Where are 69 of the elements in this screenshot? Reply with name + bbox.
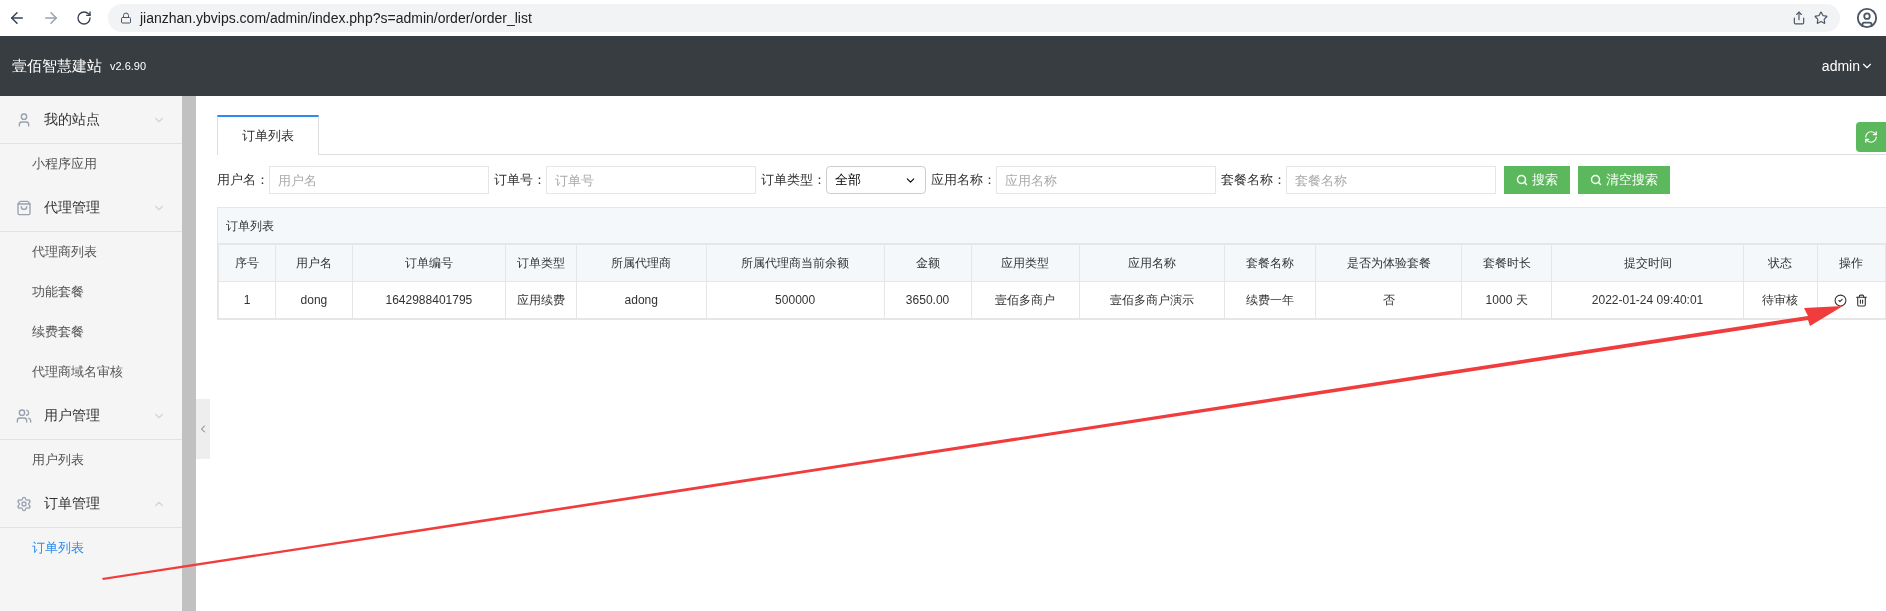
- filter-label: 用户名：: [217, 171, 269, 190]
- group-icon: [16, 111, 32, 128]
- profile-icon[interactable]: [1856, 7, 1878, 29]
- filter-label: 套餐名称：: [1221, 171, 1286, 190]
- column-header: 操作: [1817, 244, 1886, 282]
- approve-icon[interactable]: [1834, 293, 1848, 307]
- table-cell: adong: [576, 281, 707, 319]
- tab[interactable]: 订单列表: [217, 115, 319, 155]
- column-header: 用户名: [275, 244, 353, 282]
- lock-icon: [120, 12, 132, 24]
- brand-title: 壹佰智慧建站: [12, 55, 102, 76]
- sidebar-item[interactable]: 代理商列表: [0, 232, 182, 272]
- table-cell: 1: [218, 281, 276, 319]
- sidebar-item[interactable]: 续费套餐: [0, 312, 182, 352]
- filter-label: 订单类型：: [761, 171, 826, 190]
- filter-label: 订单号：: [494, 171, 546, 190]
- table-title: 订单列表: [218, 208, 1886, 244]
- column-header: 序号: [218, 244, 276, 282]
- column-header: 提交时间: [1551, 244, 1744, 282]
- sidebar-item[interactable]: 用户列表: [0, 440, 182, 480]
- filter-input[interactable]: 用户名: [269, 166, 489, 194]
- filter-label: 应用名称：: [931, 171, 996, 190]
- column-header: 套餐名称: [1224, 244, 1316, 282]
- table-cell: 应用续费: [505, 281, 577, 319]
- sidebar-item[interactable]: 功能套餐: [0, 272, 182, 312]
- delete-icon[interactable]: [1855, 293, 1869, 307]
- sidebar-scrollbar[interactable]: [182, 96, 196, 611]
- table-cell: 500000: [706, 281, 885, 319]
- filter-input[interactable]: 应用名称: [996, 166, 1216, 194]
- column-header: 所属代理商: [576, 244, 707, 282]
- url-text: jianzhan.ybvips.com/admin/index.php?s=admin/order/order_list: [140, 8, 532, 28]
- group-icon: [16, 199, 32, 216]
- sidebar-item[interactable]: 代理商域名审核: [0, 352, 182, 392]
- column-header: 状态: [1743, 244, 1818, 282]
- type-select[interactable]: 全部: [826, 166, 926, 194]
- column-header: 订单编号: [352, 244, 506, 282]
- table-cell: 3650.00: [884, 281, 972, 319]
- share-icon[interactable]: [1792, 11, 1806, 25]
- table-cell: 壹佰多商户演示: [1079, 281, 1225, 319]
- refresh-icon: [1864, 130, 1878, 144]
- bookmark-star-icon[interactable]: [1814, 11, 1828, 25]
- column-header: 金额: [884, 244, 972, 282]
- group-icon: [16, 495, 32, 512]
- collapse-handle[interactable]: [196, 398, 210, 459]
- table-cell: 1642988401795: [352, 281, 506, 319]
- search-icon: [1516, 174, 1528, 186]
- table-cell: 2022-01-24 09:40:01: [1551, 281, 1744, 319]
- address-bar[interactable]: jianzhan.ybvips.com/admin/index.php?s=admin/order/order_list: [108, 4, 1840, 32]
- table-cell: 1000 天: [1461, 281, 1552, 319]
- table-cell: 否: [1315, 281, 1462, 319]
- column-header: 套餐时长: [1461, 244, 1552, 282]
- version-label: v2.6.90: [110, 58, 147, 74]
- group-icon: [16, 407, 32, 424]
- forward-icon[interactable]: [42, 9, 60, 27]
- column-header: 应用类型: [971, 244, 1080, 282]
- table-cell: 续费一年: [1224, 281, 1316, 319]
- sidebar-item[interactable]: 小程序应用: [0, 144, 182, 184]
- user-menu[interactable]: admin: [1821, 55, 1874, 77]
- search-icon: [1590, 174, 1602, 186]
- column-header: 是否为体验套餐: [1315, 244, 1462, 282]
- column-header: 所属代理商当前余额: [706, 244, 885, 282]
- table-cell: 壹佰多商户: [971, 281, 1080, 319]
- column-header: 订单类型: [505, 244, 577, 282]
- reload-icon[interactable]: [76, 10, 92, 26]
- table-cell: dong: [275, 281, 353, 319]
- filter-input[interactable]: 订单号: [546, 166, 756, 194]
- back-icon[interactable]: [8, 9, 26, 27]
- filter-input[interactable]: 套餐名称: [1286, 166, 1496, 194]
- column-header: 应用名称: [1079, 244, 1225, 282]
